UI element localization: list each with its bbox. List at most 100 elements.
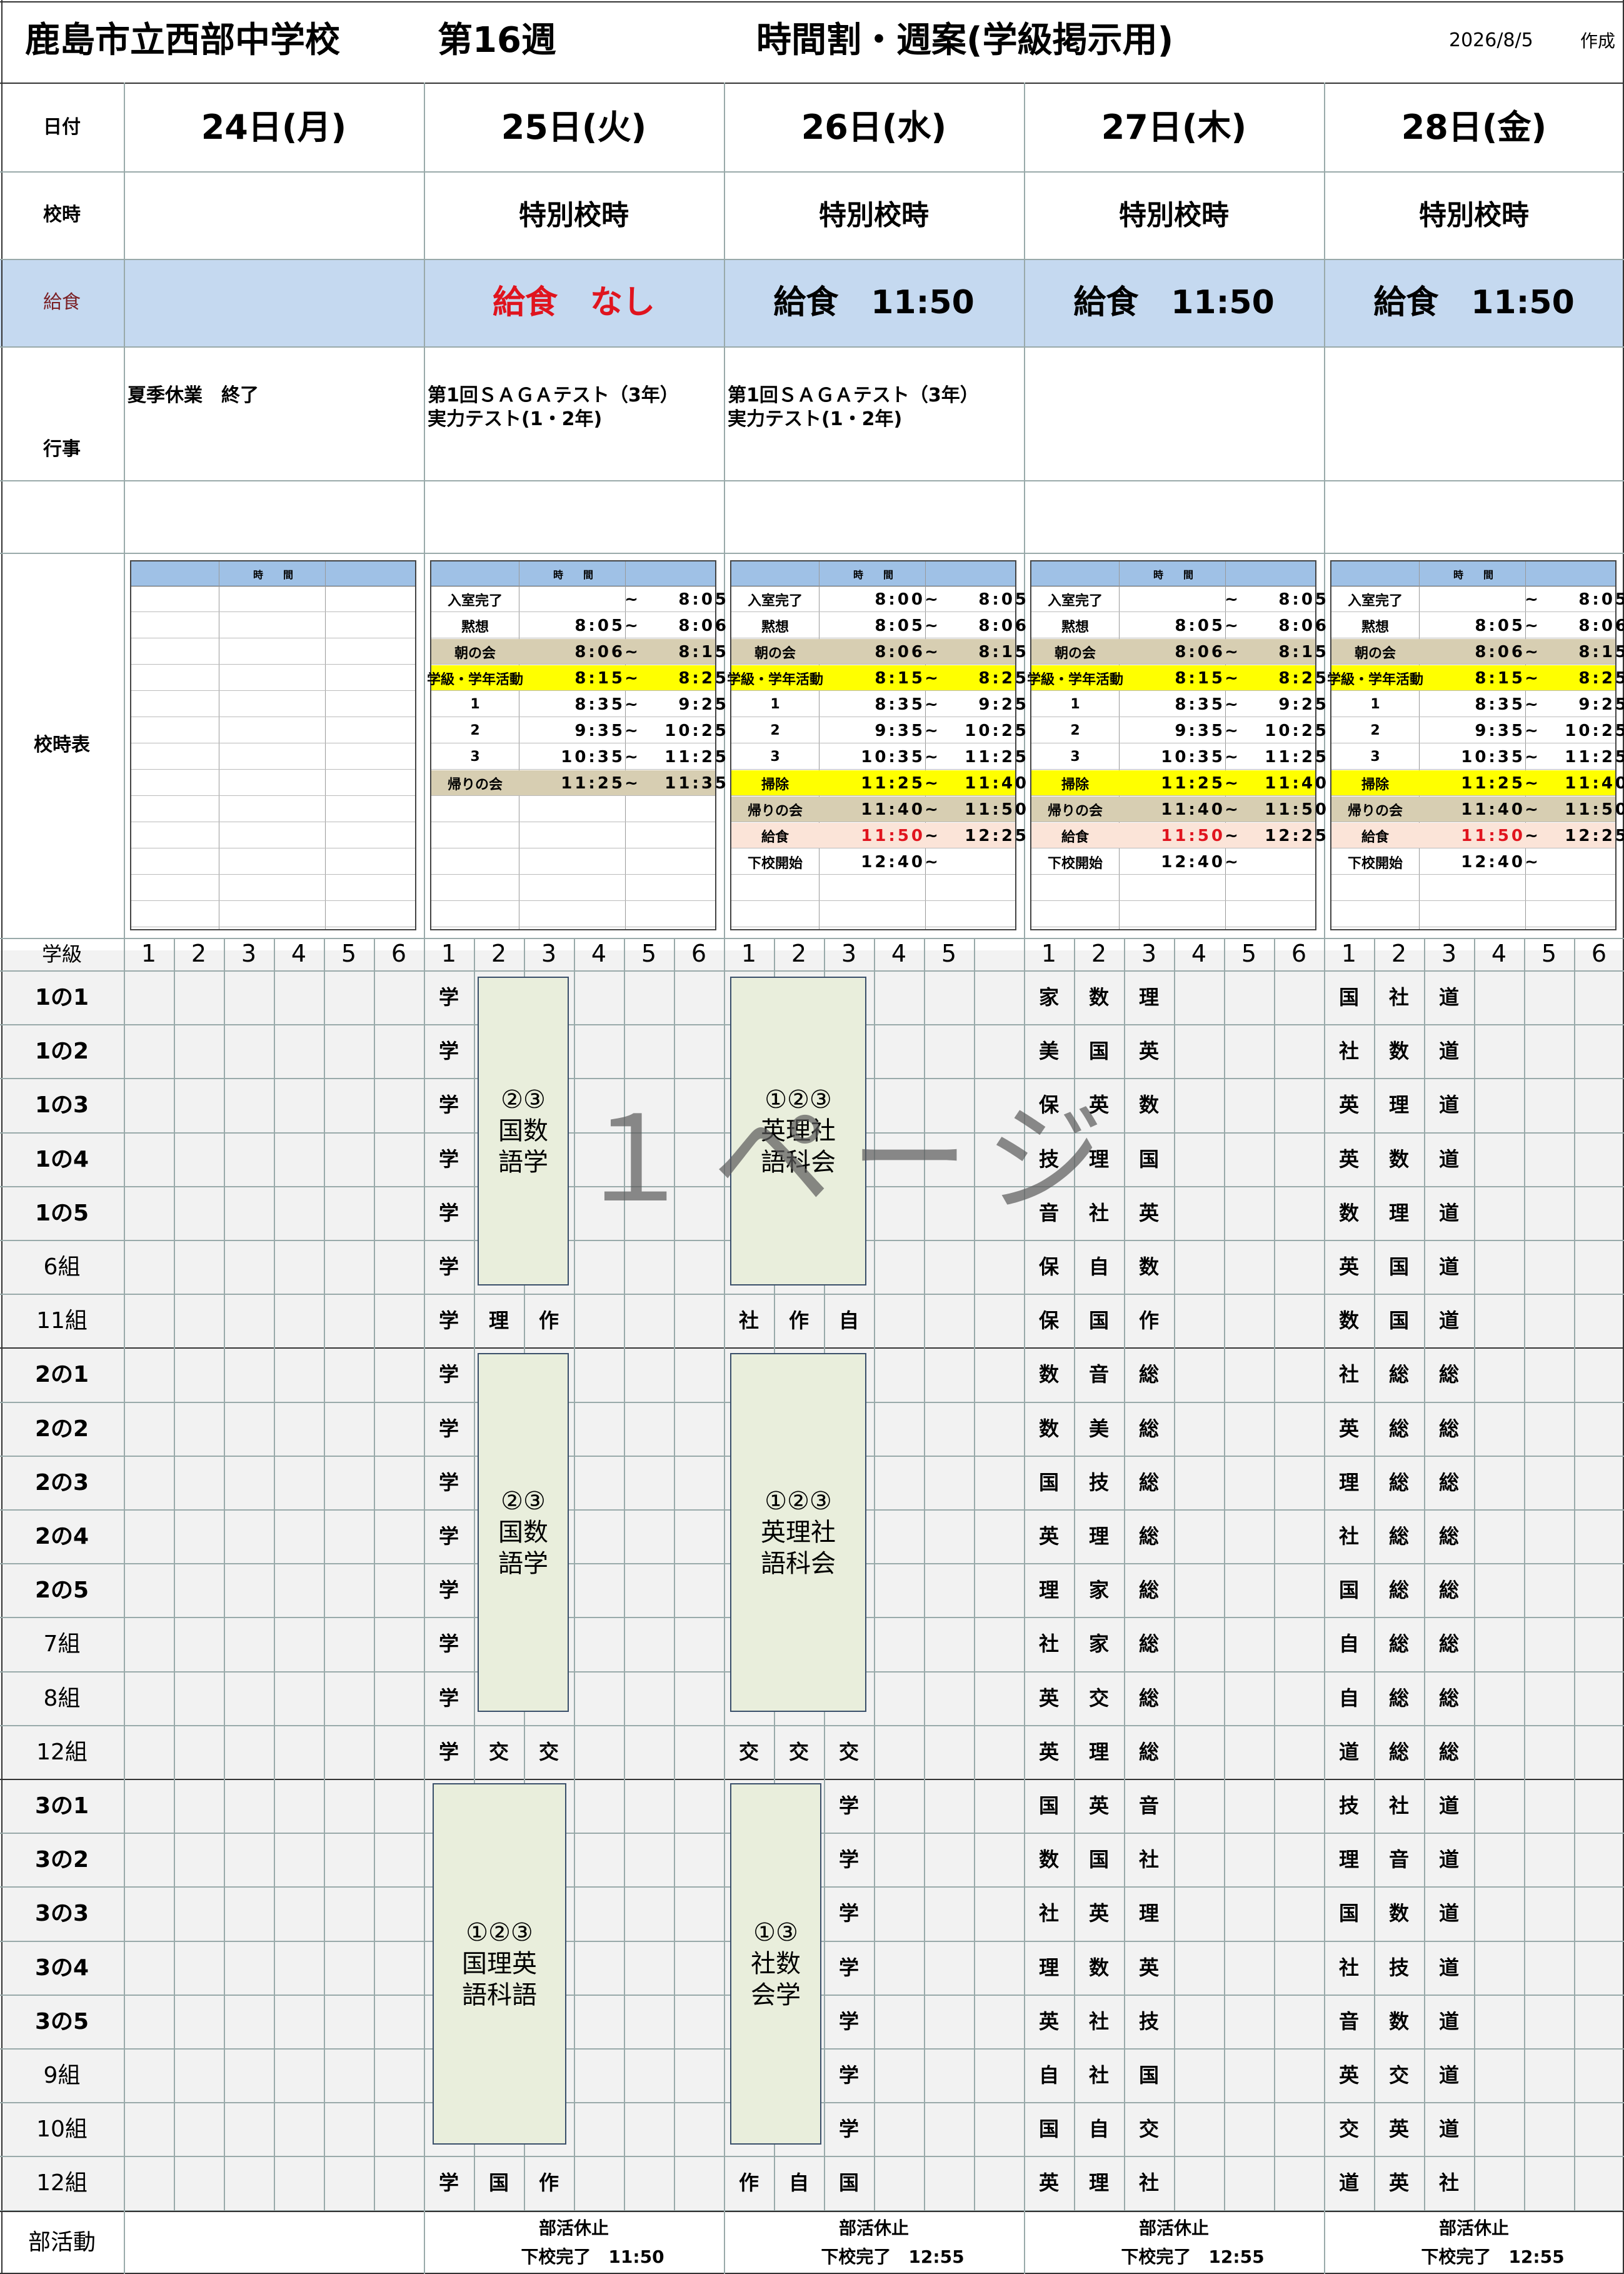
bell-row: 帰りの会 11:40 ~11:50 (731, 797, 1026, 822)
v-rule (1474, 938, 1475, 2211)
tilde-glyph: ~ (624, 642, 638, 662)
class-subject: 理 (1138, 1901, 1159, 1925)
bell-period-name: 下校開始 (1347, 855, 1403, 872)
bell-start-time: 11:25 (561, 773, 625, 793)
bell-row: 朝の会 8:06 ~8:15 (1331, 639, 1624, 665)
tilde-glyph: ~ (925, 852, 938, 872)
class-subject: 数 (1088, 1956, 1109, 1980)
class-subject: 学 (438, 2171, 459, 2195)
class-name: 1の3 (34, 1092, 89, 1118)
day-lunch-1 (124, 259, 424, 346)
class-subject: 社 (1338, 1524, 1359, 1548)
class-subject: 総 (1388, 1740, 1409, 1764)
period-number: 5 (941, 940, 957, 968)
bell-row (131, 875, 415, 901)
bell-end-time: 8:15 (978, 642, 1029, 662)
period-number: 2 (1091, 940, 1107, 968)
bell-period-name: 学級・学年活動 (1027, 672, 1124, 688)
v-rule (224, 938, 225, 2211)
day-schedule-4: 特別校時 (1119, 199, 1229, 231)
bell-end-time (1238, 849, 1331, 875)
bell-start-time (1419, 586, 1525, 612)
class-subject: 学 (438, 985, 459, 1009)
class-subject: 英 (1388, 2171, 1409, 2195)
class-subject: 数 (1388, 2010, 1409, 2033)
bell-period-name: 2 (770, 723, 780, 738)
row-label-lunch: 給食 (43, 291, 81, 314)
bell-table-4: 時 間入室完了 ~8:05 黙想 8:05 ~8:06 朝の会 8:06 ~8:15 学級・学年… (1027, 560, 1326, 930)
page-watermark: １ページ (575, 1090, 1123, 1229)
class-subject: 英 (1038, 1524, 1059, 1548)
bell-row: 1 8:35 ~9:25 (1031, 692, 1326, 717)
bell-row: 掃除 11:25 ~11:40 (1331, 770, 1624, 796)
bell-start-time: 9:35 (1175, 721, 1225, 740)
bell-end-time (938, 849, 1031, 875)
class-subject: 総 (1438, 1417, 1459, 1441)
bell-period-name: 1 (1370, 697, 1380, 712)
tilde-glyph: ~ (1225, 668, 1238, 688)
tilde-glyph: ~ (925, 826, 938, 845)
class-name: 3の2 (34, 1846, 89, 1873)
club-dismissal: 下校完了 12:55 (1421, 2246, 1565, 2267)
bell-row (131, 797, 415, 822)
bell-end-time: 10:25 (1265, 721, 1329, 740)
bell-period-name: 黙想 (1061, 619, 1089, 635)
v-rule (124, 938, 125, 2274)
class-subject: 自 (838, 1309, 859, 1332)
bell-period-name: 黙想 (461, 619, 489, 635)
bell-start-time: 11:25 (861, 773, 925, 793)
class-name: 1の5 (34, 1200, 89, 1226)
club-dismissal (143, 2242, 443, 2271)
tilde-glyph: ~ (925, 721, 938, 740)
class-subject: 技 (1338, 1794, 1359, 1818)
v-rule (274, 938, 275, 2211)
class-subject: 理 (1088, 1524, 1109, 1548)
class-subject: 総 (1388, 1362, 1409, 1386)
class-subject: 学 (438, 1417, 459, 1441)
bell-end-time: 9:25 (1278, 695, 1329, 714)
bell-table-header: 時 間 (1031, 561, 1315, 586)
tilde-glyph: ~ (1525, 642, 1538, 662)
day-date-2: 25日(火) (501, 108, 647, 148)
v-rule (1524, 938, 1525, 2211)
bell-end-time: 11:40 (1265, 773, 1329, 793)
class-subject: 理 (1038, 1956, 1059, 1980)
bell-table-5: 時 間入室完了 ~8:05 黙想 8:05 ~8:06 朝の会 8:06 ~8:15 学級・学年… (1327, 560, 1624, 930)
bell-end-time: 12:25 (1265, 826, 1329, 845)
period-number: 2 (191, 940, 207, 968)
class-subject: 理 (1138, 985, 1159, 1009)
class-subject: 国 (1388, 1309, 1409, 1332)
class-subject: 英 (1038, 2171, 1059, 2195)
tilde-glyph: ~ (1525, 616, 1538, 635)
period-number: 2 (1391, 940, 1407, 968)
bell-period-name: 入室完了 (747, 593, 803, 609)
class-subject: 数 (1038, 1417, 1059, 1441)
period-number: 4 (291, 940, 307, 968)
day-events-4 (1028, 384, 1321, 478)
class-name: 1の1 (34, 984, 89, 1010)
class-subject: 自 (1338, 1632, 1359, 1656)
class-subject: 数 (1138, 1093, 1159, 1117)
period-number: 3 (1441, 940, 1457, 968)
class-subject: 道 (1438, 1093, 1459, 1117)
class-subject: 道 (1438, 2010, 1459, 2033)
class-subject: 国 (1338, 1578, 1359, 1602)
class-subject: 総 (1388, 1632, 1409, 1656)
bell-row (131, 770, 415, 796)
bell-period-name: 掃除 (1061, 777, 1089, 793)
bell-row: 下校開始 12:40 ~ (731, 849, 1015, 875)
row-label-schedule: 校時 (43, 204, 81, 226)
period-number: 3 (841, 940, 857, 968)
class-subject: 総 (1438, 1686, 1459, 1710)
club-status: 部活休止 (1138, 2217, 1209, 2238)
period-number: 3 (1141, 940, 1157, 968)
class-subject: 総 (1438, 1524, 1459, 1548)
class-subject: 英 (1088, 1901, 1109, 1925)
bell-row: 入室完了 8:00 ~8:05 (731, 586, 1026, 612)
class-name: 10組 (36, 2116, 88, 2142)
class-subject: 総 (1388, 1524, 1409, 1548)
tilde-glyph: ~ (1225, 590, 1238, 609)
class-subject: 総 (1438, 1362, 1459, 1386)
tilde-glyph: ~ (1225, 747, 1238, 767)
club-dismissal: 下校完了 11:50 (521, 2246, 664, 2267)
